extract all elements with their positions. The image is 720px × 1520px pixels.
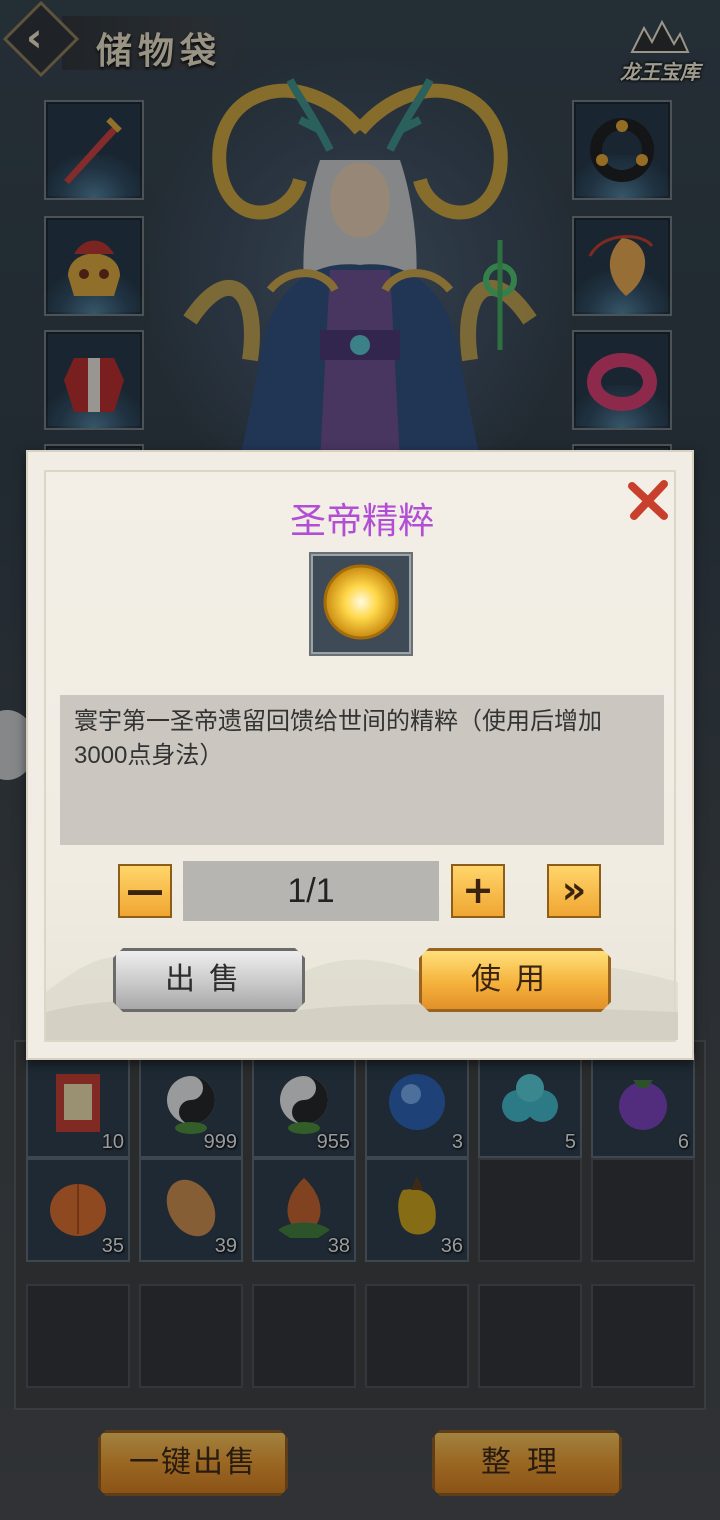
item-detail-dialog: 圣帝精粹 寰宇第一圣帝遗留回馈给世间的精粹（使用后增加3000点身法） — 1/… bbox=[26, 450, 694, 1060]
sell-button[interactable]: 出售 bbox=[113, 948, 305, 1012]
golden-essence-orb-icon bbox=[323, 564, 399, 640]
decrease-quantity-button[interactable]: — bbox=[118, 864, 172, 918]
item-description: 寰宇第一圣帝遗留回馈给世间的精粹（使用后增加3000点身法） bbox=[60, 695, 664, 845]
item-name: 圣帝精粹 bbox=[289, 500, 434, 541]
use-button[interactable]: 使用 bbox=[419, 948, 611, 1012]
item-icon-frame bbox=[309, 552, 413, 656]
quantity-field[interactable]: 1/1 bbox=[183, 861, 439, 921]
max-quantity-button[interactable]: » bbox=[547, 864, 601, 918]
close-icon[interactable] bbox=[626, 478, 670, 522]
increase-quantity-button[interactable]: + bbox=[451, 864, 505, 918]
